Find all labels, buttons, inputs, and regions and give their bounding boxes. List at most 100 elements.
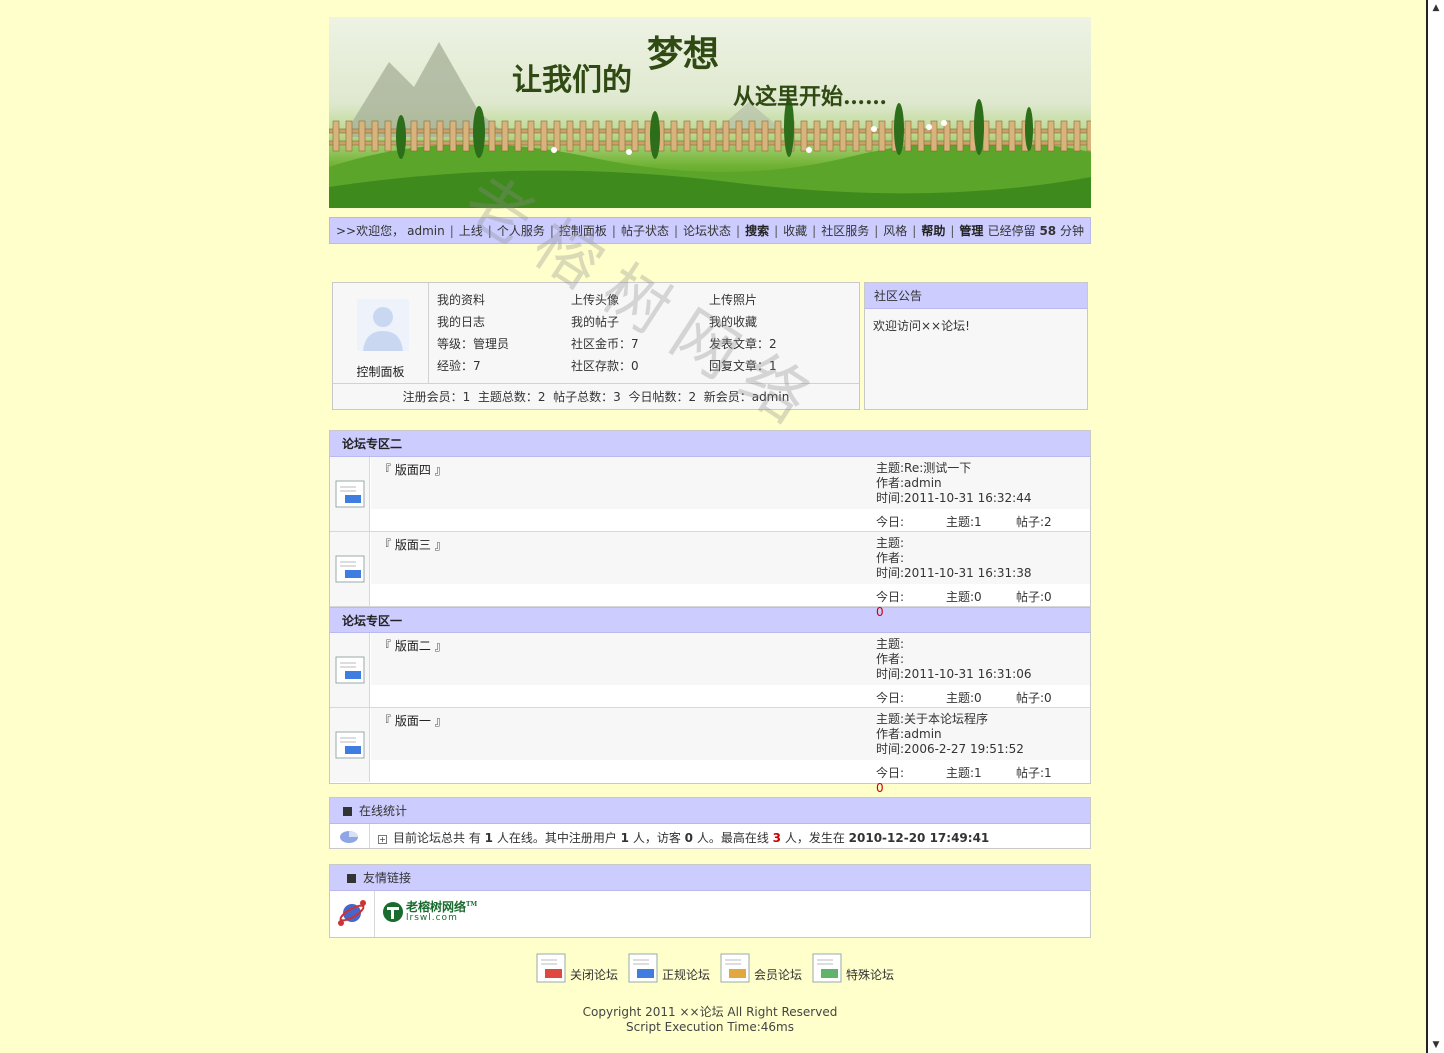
closed-forum-icon (536, 953, 566, 983)
banner-slogan-1: 让我们的 (512, 63, 632, 98)
topic-count: 主题:1 (946, 766, 982, 780)
nav-community-service[interactable]: 社区服务 (821, 222, 869, 239)
my-profile-link[interactable]: 我的资料 (437, 291, 571, 313)
nav-personal-service[interactable]: 个人服务 (497, 222, 545, 239)
board-name[interactable]: 『 版面二 』 (379, 637, 447, 654)
last-post-info: 主题:关于本论坛程序 作者:admin 时间:2006-2-27 19:51:5… (876, 712, 1024, 757)
user-info-grid: 我的资料 上传头像 上传照片 我的日志 我的帖子 我的收藏 等级：管理员 社区金… (437, 291, 829, 379)
welcome-text: >>欢迎您， (336, 224, 405, 238)
topic-count: 主题:0 (946, 590, 982, 604)
friend-link-logo[interactable]: 老榕树网络TM lrswl.com (382, 899, 477, 923)
upload-avatar-link[interactable]: 上传头像 (571, 291, 709, 313)
online-title: 在线统计 (359, 804, 408, 818)
board-icon (335, 555, 365, 583)
last-post-info: 主题: 作者: 时间:2011-10-31 16:31:06 (876, 637, 1032, 682)
posted-articles: 发表文章：2 (709, 337, 777, 351)
scroll-up-icon[interactable]: ▲ (1428, 0, 1444, 16)
last-post-time: 时间:2011-10-31 16:31:38 (876, 566, 1032, 580)
nav-favorites[interactable]: 收藏 (783, 222, 807, 239)
last-post-author: 作者: (876, 652, 905, 666)
last-post-info: 主题:Re:测试一下 作者:admin 时间:2011-10-31 16:32:… (876, 461, 1032, 506)
nav-forum-status[interactable]: 论坛状态 (683, 222, 731, 239)
legend-swatch-member (729, 969, 747, 978)
legend-swatch-special (821, 969, 839, 978)
last-post-time: 时间:2011-10-31 16:32:44 (876, 491, 1032, 505)
notice-text: 欢迎访问××论坛! (873, 319, 970, 333)
board-icon (335, 656, 365, 684)
legend-swatch-regular (637, 969, 655, 978)
today-count: 0 (876, 605, 884, 619)
nav-online[interactable]: 上线 (459, 222, 483, 239)
category-header[interactable]: 论坛专区二 (330, 431, 1090, 457)
nav-user-link[interactable]: admin (407, 224, 445, 238)
nav-search[interactable]: 搜索 (745, 222, 769, 239)
banner-slogan-3: 从这里开始…… (733, 84, 888, 110)
my-favorites-link[interactable]: 我的收藏 (709, 313, 829, 335)
forum-list: 论坛专区二 『 版面四 』 主题:Re:测试一下 作者:admin 时间:201… (329, 430, 1091, 795)
legend-special: 特殊论坛 (811, 952, 894, 984)
board-name[interactable]: 『 版面三 』 (379, 536, 447, 553)
user-experience: 经验：7 (437, 359, 481, 373)
community-notice: 社区公告 欢迎访问××论坛! (864, 282, 1088, 410)
board-name[interactable]: 『 版面一 』 (379, 712, 447, 729)
top-nav-bar: >>欢迎您， admin | 上线 | 个人服务 | 控制面板 | 帖子状态 |… (329, 217, 1091, 244)
vertical-scrollbar[interactable]: ▲ ▼ (1426, 0, 1444, 1053)
last-post-topic[interactable]: 主题:Re:测试一下 (876, 461, 1032, 476)
my-posts-link[interactable]: 我的帖子 (571, 313, 709, 335)
control-panel-link[interactable]: 控制面板 (333, 363, 428, 380)
post-count: 帖子:0 (1016, 590, 1052, 604)
board-icon (335, 731, 365, 759)
last-post-author: 作者:admin (876, 476, 942, 490)
last-post-topic[interactable]: 主题: (876, 637, 1032, 652)
community-deposit: 社区存款：0 (571, 359, 639, 373)
board-icon (335, 480, 365, 508)
post-count: 帖子:1 (1016, 766, 1052, 780)
board-row: 『 版面二 』 主题: 作者: 时间:2011-10-31 16:31:06 今… (330, 633, 1090, 720)
legend-regular: 正规论坛 (627, 952, 710, 984)
banner-slogan-2: 梦想 (647, 33, 720, 75)
my-diary-link[interactable]: 我的日志 (437, 313, 571, 335)
stay-time: 已经停留 58 分钟 (987, 224, 1084, 238)
regular-forum-icon (628, 953, 658, 983)
copyright: Copyright 2011 ××论坛 All Right Reserved (582, 1005, 838, 1019)
scroll-down-icon[interactable]: ▼ (1428, 1037, 1444, 1053)
reply-articles: 回复文章：1 (709, 359, 777, 373)
nav-admin[interactable]: 管理 (959, 222, 983, 239)
user-panel: 控制面板 我的资料 上传头像 上传照片 我的日志 我的帖子 我的收藏 等级：管理… (332, 282, 860, 410)
board-row: 『 版面三 』 主题: 作者: 时间:2011-10-31 16:31:38 今… (330, 532, 1090, 619)
last-post-author: 作者: (876, 551, 905, 565)
footer: Copyright 2011 ××论坛 All Right Reserved S… (329, 1005, 1091, 1035)
last-post-time: 时间:2006-2-27 19:51:52 (876, 742, 1024, 756)
member-forum-icon (720, 953, 750, 983)
page-wrapper: 让我们的 梦想 从这里开始…… >>欢迎您， admin | 上线 | 个人服务… (329, 17, 1091, 1034)
online-stats: 在线统计 + 目前论坛总共 有 1 人在线。其中注册用户 1 人，访客 0 人。最… (329, 797, 1091, 849)
square-bullet-icon (343, 807, 352, 816)
last-post-author: 作者:admin (876, 727, 942, 741)
board-stats: 今日:0 主题:0 帖子:0 (876, 588, 1076, 619)
special-forum-icon (812, 953, 842, 983)
nav-control-panel[interactable]: 控制面板 (559, 222, 607, 239)
banner: 让我们的 梦想 从这里开始…… (329, 17, 1091, 208)
nav-post-status[interactable]: 帖子状态 (621, 222, 669, 239)
site-stats: 注册会员：1 主题总数：2 帖子总数：3 今日帖数：2 新会员：admin (333, 383, 859, 410)
last-post-info: 主题: 作者: 时间:2011-10-31 16:31:38 (876, 536, 1032, 581)
network-icon (338, 900, 366, 926)
forum-type-legend: 关闭论坛 正规论坛 会员论坛 特殊论坛 (535, 952, 903, 984)
avatar[interactable] (353, 295, 413, 355)
last-post-topic[interactable]: 主题: (876, 536, 1032, 551)
expand-icon[interactable]: + (378, 835, 387, 844)
pie-chart-icon (340, 831, 358, 843)
last-post-topic[interactable]: 主题:关于本论坛程序 (876, 712, 1024, 727)
nav-help[interactable]: 帮助 (921, 222, 945, 239)
legend-closed: 关闭论坛 (535, 952, 618, 984)
today-count: 0 (876, 781, 884, 795)
nav-style[interactable]: 风格 (883, 222, 907, 239)
last-post-time: 时间:2011-10-31 16:31:06 (876, 667, 1032, 681)
board-name[interactable]: 『 版面四 』 (379, 461, 447, 478)
links-title: 友情链接 (363, 871, 412, 885)
legend-swatch-closed (545, 969, 562, 978)
upload-photo-link[interactable]: 上传照片 (709, 291, 829, 313)
community-coins: 社区金币：7 (571, 337, 639, 351)
board-stats: 今日: 0 主题:1 帖子:1 (876, 764, 1076, 795)
notice-title: 社区公告 (865, 283, 1087, 309)
